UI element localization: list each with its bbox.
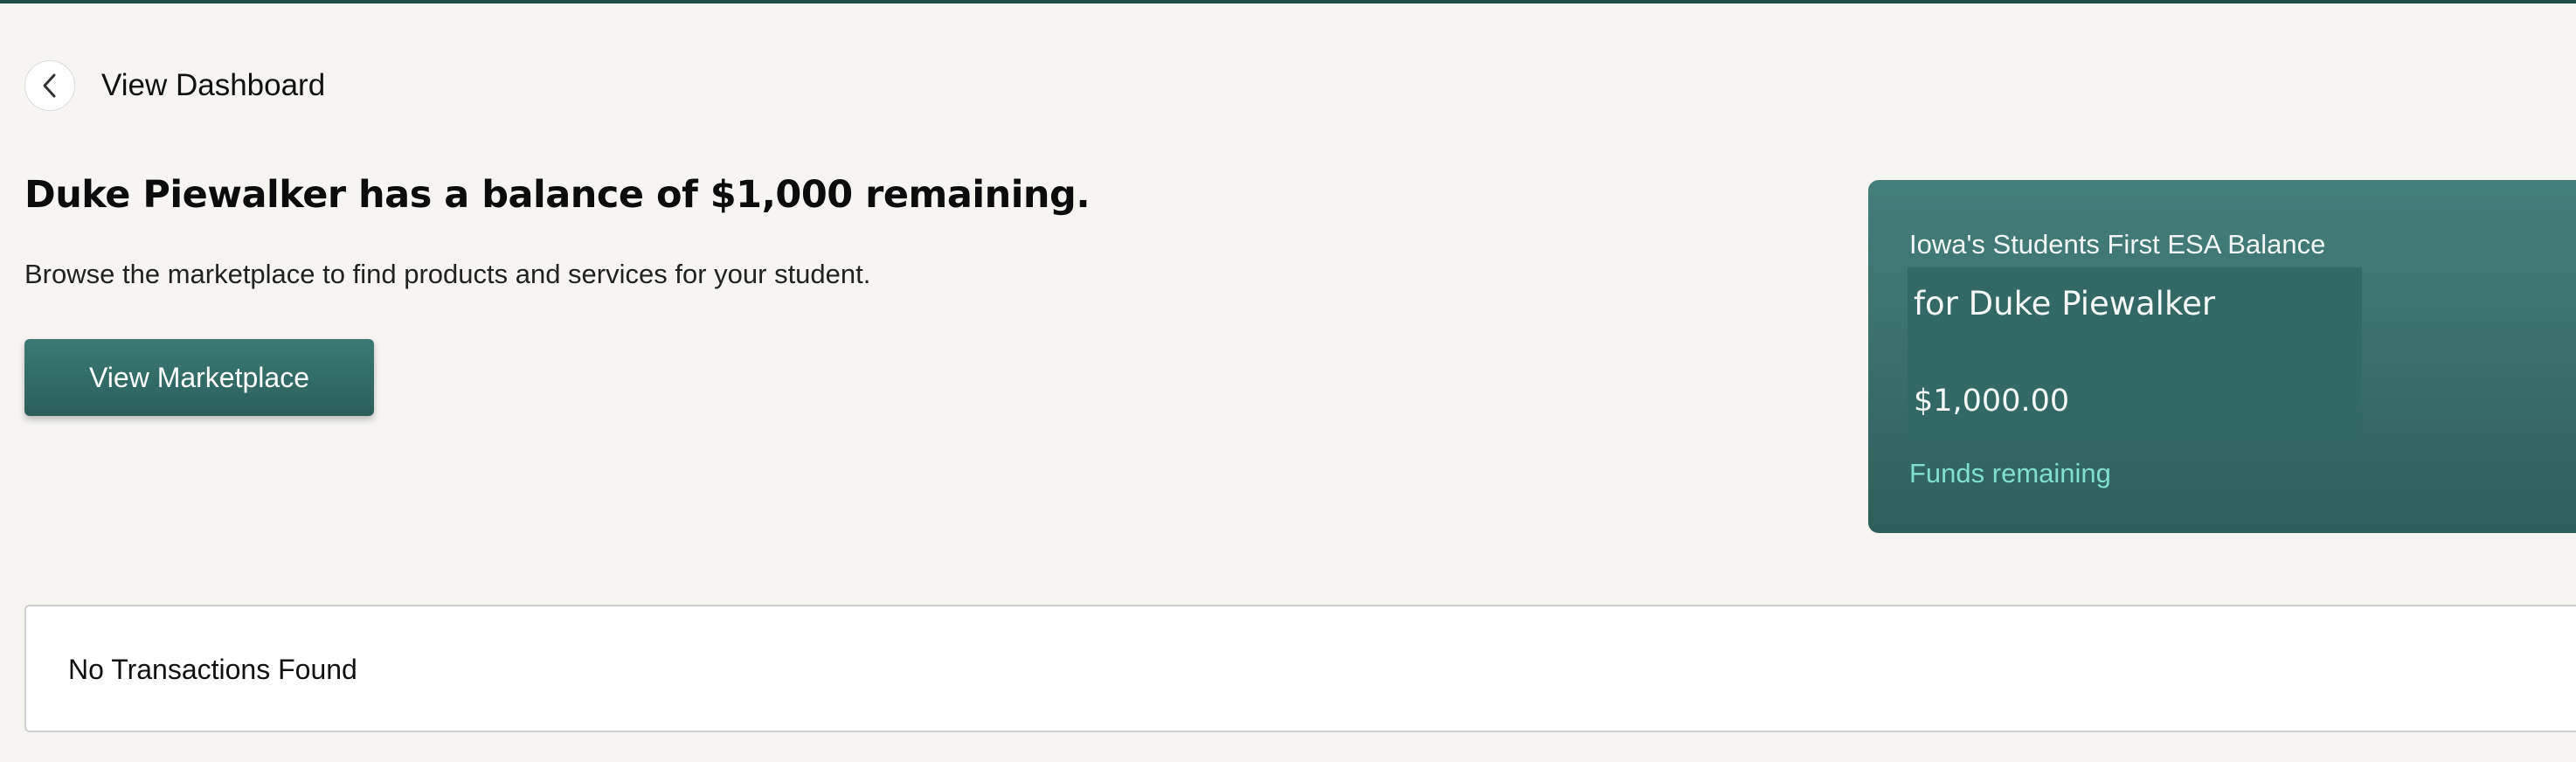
back-button[interactable]	[24, 60, 75, 111]
transactions-panel: No Transactions Found	[24, 605, 2576, 732]
balance-headline: Duke Piewalker has a balance of $1,000 r…	[24, 173, 1091, 217]
back-navigation: View Dashboard	[24, 59, 325, 112]
funds-remaining-label: Funds remaining	[1909, 458, 2111, 488]
balance-card-details: for Duke Piewalker $1,000.00	[1908, 267, 2362, 440]
balance-student-name: for Duke Piewalker	[1914, 285, 2216, 322]
chevron-left-icon	[43, 73, 56, 98]
top-accent-bar	[0, 0, 2576, 3]
marketplace-hint-text: Browse the marketplace to find products …	[24, 259, 871, 289]
no-transactions-message: No Transactions Found	[68, 654, 357, 685]
balance-amount: $1,000.00	[1914, 384, 2070, 419]
view-marketplace-button[interactable]: View Marketplace	[24, 339, 374, 416]
esa-balance-card: Iowa's Students First ESA Balance for Du…	[1868, 180, 2576, 533]
balance-card-title: Iowa's Students First ESA Balance	[1909, 229, 2326, 260]
view-dashboard-link[interactable]: View Dashboard	[101, 68, 325, 103]
